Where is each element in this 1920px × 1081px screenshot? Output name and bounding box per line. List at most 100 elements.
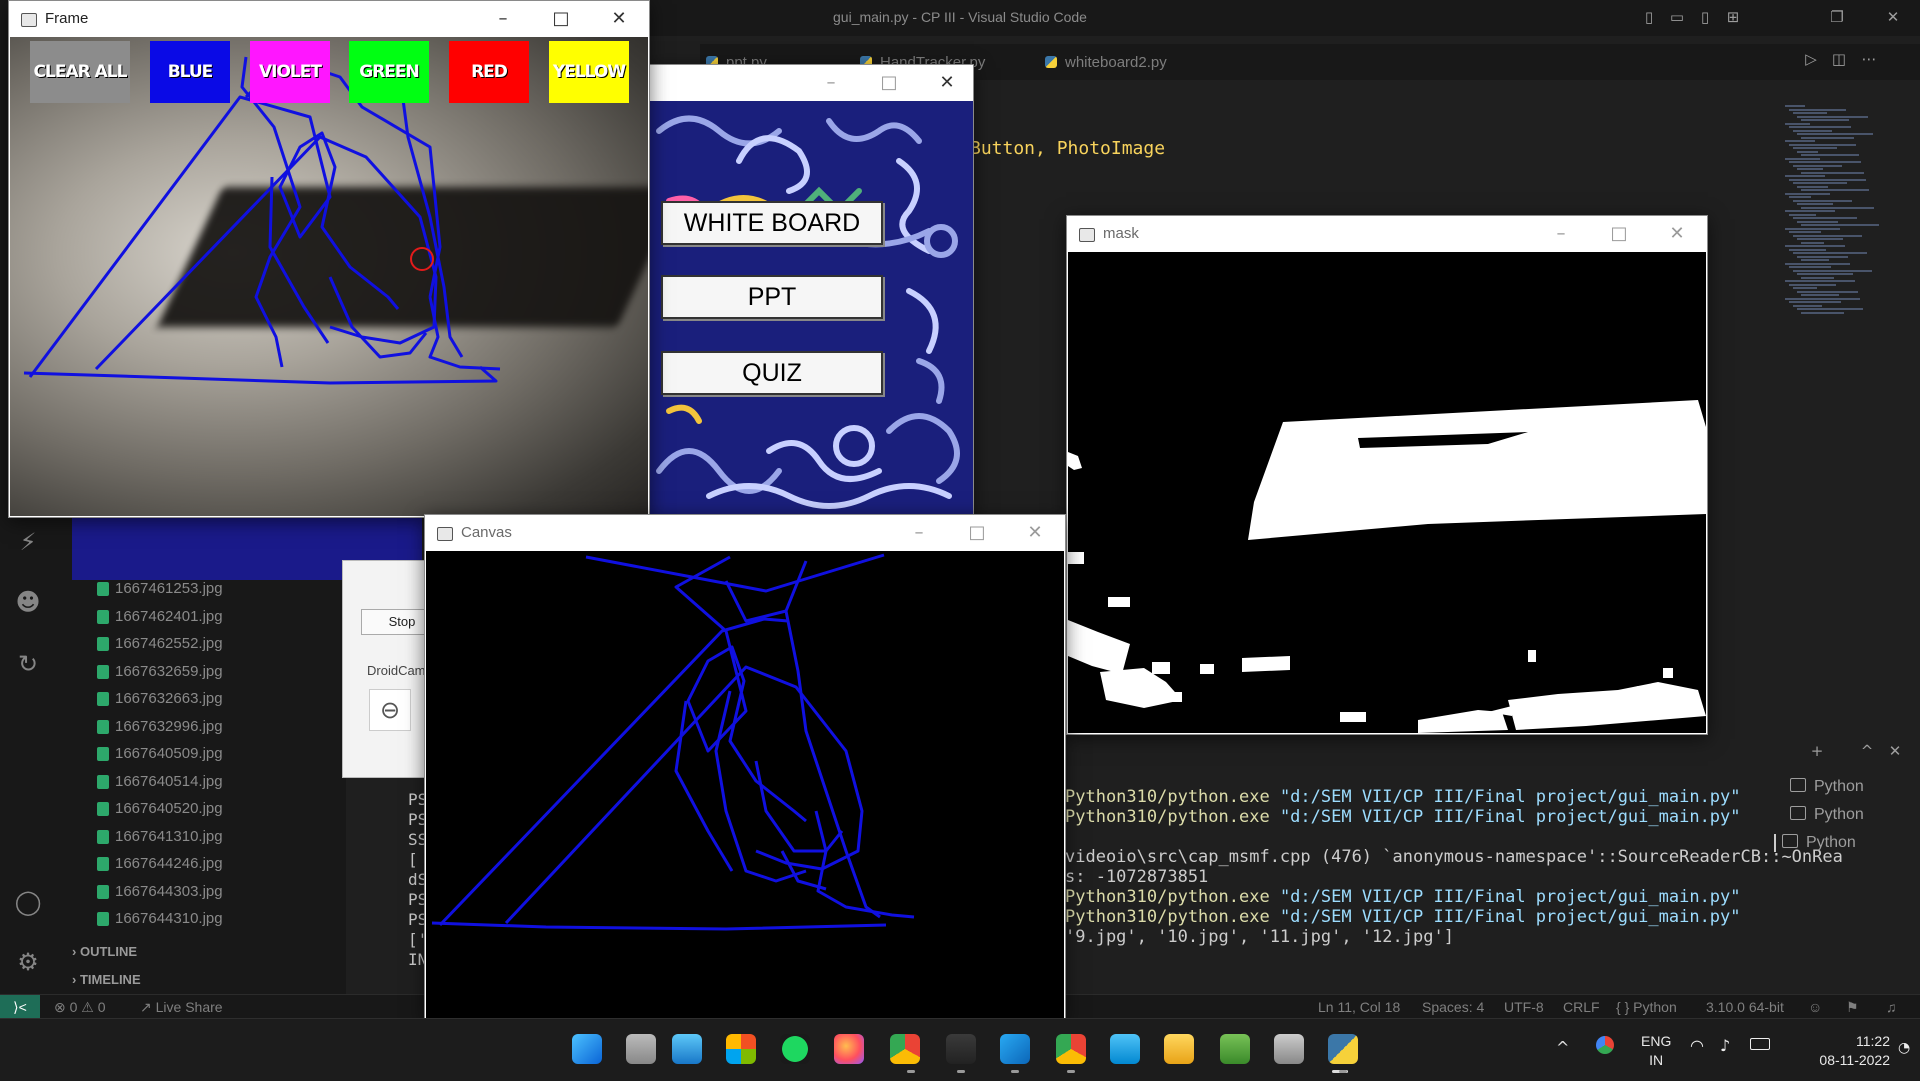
app-icon[interactable] xyxy=(1274,1034,1304,1064)
minimize-icon[interactable]: – xyxy=(907,521,931,545)
close-panel-icon[interactable]: ✕ xyxy=(1886,742,1904,760)
file-item[interactable]: 1667461253.jpg xyxy=(97,580,223,602)
store-icon[interactable] xyxy=(726,1034,756,1064)
spotify-icon[interactable] xyxy=(780,1034,810,1064)
desktop-icon[interactable] xyxy=(672,1034,702,1064)
split-editor-icon[interactable]: ◫ xyxy=(1830,50,1848,68)
cursor-position[interactable]: Ln 11, Col 18 xyxy=(1318,999,1400,1015)
white-board-button[interactable]: WHITE BOARD xyxy=(661,201,883,245)
maximize-panel-icon[interactable]: ^ xyxy=(1858,742,1876,760)
settings-gear-icon[interactable]: ⚙ xyxy=(12,946,44,978)
maximize-icon[interactable]: □ xyxy=(549,7,573,31)
python-icon[interactable] xyxy=(1328,1034,1358,1064)
tray-app-icon[interactable] xyxy=(1596,1036,1614,1054)
terminal-icon[interactable] xyxy=(946,1034,976,1064)
maximize-icon[interactable]: □ xyxy=(877,71,901,95)
language-mode[interactable]: { } Python xyxy=(1616,999,1677,1015)
file-explorer-icon[interactable] xyxy=(1164,1034,1194,1064)
minimize-icon[interactable]: – xyxy=(491,7,515,31)
red-button[interactable]: RED xyxy=(449,41,529,103)
file-item[interactable]: 1667641310.jpg xyxy=(97,828,223,850)
input-language[interactable]: ENG IN xyxy=(1641,1032,1671,1070)
notepad-icon[interactable] xyxy=(1110,1034,1140,1064)
close-icon[interactable]: ✕ xyxy=(1023,521,1047,545)
terminal-tab-python-1[interactable]: Python xyxy=(1790,778,1864,796)
copilot-icon[interactable]: ☺ xyxy=(1808,999,1822,1015)
indentation[interactable]: Spaces: 4 xyxy=(1422,999,1484,1015)
show-hidden-icons-icon[interactable]: ^ xyxy=(1556,1038,1569,1057)
start-icon[interactable] xyxy=(572,1034,602,1064)
robot-icon[interactable]: ☻ xyxy=(12,586,44,618)
notifications-icon[interactable]: ◔ xyxy=(1898,1040,1910,1056)
file-item[interactable]: 1667644310.jpg xyxy=(97,910,223,932)
file-item[interactable]: 1667632663.jpg xyxy=(97,690,223,712)
remote-explorer-icon[interactable]: ↻ xyxy=(12,648,44,680)
chrome-profile-icon[interactable] xyxy=(1056,1034,1086,1064)
account-icon[interactable]: ◯ xyxy=(12,886,44,918)
close-icon[interactable]: ✕ xyxy=(935,71,959,95)
minimap[interactable] xyxy=(1785,105,1879,325)
wifi-icon[interactable]: ◠ xyxy=(1690,1036,1704,1055)
outline-section-header[interactable]: › OUTLINE xyxy=(72,944,137,959)
file-item[interactable]: 1667632659.jpg xyxy=(97,663,223,685)
maximize-icon[interactable]: □ xyxy=(1607,222,1631,246)
feedback-icon[interactable]: ⚑ xyxy=(1846,999,1859,1016)
chrome-icon[interactable] xyxy=(890,1034,920,1064)
file-item[interactable]: 1667644303.jpg xyxy=(97,883,223,905)
more-actions-icon[interactable]: ⋯ xyxy=(1860,50,1878,68)
menu-titlebar[interactable]: – □ ✕ xyxy=(649,65,973,101)
toggle-panel-icon[interactable]: ▭ xyxy=(1668,8,1686,26)
interpreter[interactable]: 3.10.0 64-bit xyxy=(1706,999,1784,1015)
vscode-icon[interactable] xyxy=(1000,1034,1030,1064)
file-item[interactable]: 1667640509.jpg xyxy=(97,745,223,767)
close-icon[interactable]: ✕ xyxy=(1884,8,1902,26)
canvas-titlebar[interactable]: Canvas – □ ✕ xyxy=(425,515,1065,551)
toggle-sidebar-icon[interactable]: ▯ xyxy=(1640,8,1658,26)
mask-titlebar[interactable]: mask – □ ✕ xyxy=(1067,216,1707,252)
layout-icon[interactable]: ⊞ xyxy=(1724,8,1742,26)
file-item[interactable]: 1667632996.jpg xyxy=(97,718,223,740)
violet-button[interactable]: VIOLET xyxy=(250,41,330,103)
firefox-icon[interactable] xyxy=(834,1034,864,1064)
file-item[interactable]: 1667644246.jpg xyxy=(97,855,223,877)
battery-icon[interactable] xyxy=(1750,1038,1770,1050)
new-terminal-icon[interactable]: + xyxy=(1808,742,1826,760)
restore-icon[interactable]: ❐ xyxy=(1828,8,1846,26)
encoding[interactable]: UTF-8 xyxy=(1504,999,1544,1015)
yellow-button[interactable]: YELLOW xyxy=(549,41,629,103)
line-endings[interactable]: CRLF xyxy=(1563,999,1600,1015)
blue-button[interactable]: BLUE xyxy=(150,41,230,103)
tab-whiteboard2[interactable]: whiteboard2.py xyxy=(1045,54,1167,71)
green-button[interactable]: GREEN xyxy=(349,41,429,103)
clock[interactable]: 11:22 08-11-2022 xyxy=(1790,1032,1890,1070)
file-item[interactable]: 1667462552.jpg xyxy=(97,635,223,657)
maximize-icon[interactable]: □ xyxy=(965,521,989,545)
notifications-bell-icon[interactable]: ♫ xyxy=(1886,999,1897,1015)
task-view-icon[interactable] xyxy=(626,1034,656,1064)
minimize-icon[interactable]: – xyxy=(819,71,843,95)
menu-window: – □ ✕ WHITE BOARD PPT QUIZ xyxy=(648,64,974,516)
frame-titlebar[interactable]: Frame – □ ✕ xyxy=(9,1,649,37)
terminal-tab-python-2[interactable]: Python xyxy=(1790,806,1864,824)
run-icon[interactable]: ▷ xyxy=(1802,50,1820,68)
toggle-secondary-sidebar-icon[interactable]: ▯ xyxy=(1696,8,1714,26)
zoom-out-icon[interactable]: ⊖ xyxy=(369,689,411,731)
android-studio-icon[interactable] xyxy=(1220,1034,1250,1064)
volume-icon[interactable]: ♪ xyxy=(1720,1036,1730,1055)
timeline-section-header[interactable]: › TIMELINE xyxy=(72,972,141,987)
minimize-icon[interactable]: – xyxy=(1549,222,1573,246)
close-icon[interactable]: ✕ xyxy=(607,7,631,31)
ppt-button[interactable]: PPT xyxy=(661,275,883,319)
remote-indicator-button[interactable]: ⟩< xyxy=(0,995,40,1019)
live-share-button[interactable]: ↗ Live Share xyxy=(140,999,223,1016)
drawing-canvas[interactable] xyxy=(426,551,1064,1019)
clear-all-button[interactable]: CLEAR ALL xyxy=(30,41,130,103)
file-item[interactable]: 1667640514.jpg xyxy=(97,773,223,795)
close-icon[interactable]: ✕ xyxy=(1665,222,1689,246)
quiz-button[interactable]: QUIZ xyxy=(661,351,883,395)
terminal-tab-python-3[interactable]: Python xyxy=(1774,834,1856,852)
problems-indicator[interactable]: ⊗ 0 ⚠ 0 xyxy=(54,999,106,1016)
file-item[interactable]: 1667640520.jpg xyxy=(97,800,223,822)
lightning-icon[interactable]: ⚡ xyxy=(12,526,44,558)
file-item[interactable]: 1667462401.jpg xyxy=(97,608,223,630)
